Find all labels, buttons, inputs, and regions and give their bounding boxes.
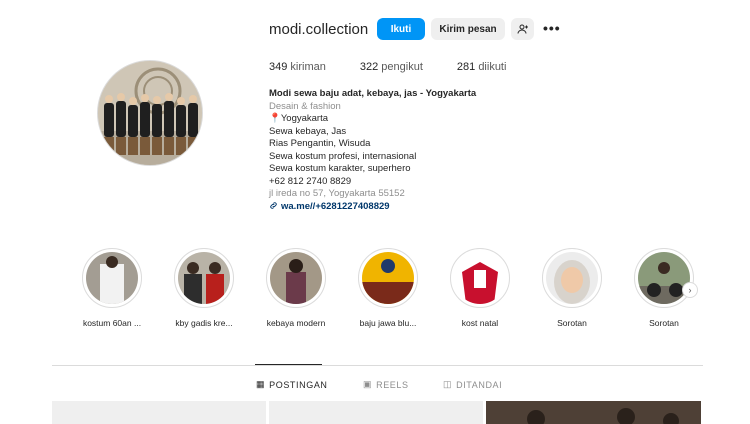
profile-username: modi.collection [269, 21, 369, 38]
highlight-label: kostum 60an ... [82, 318, 142, 328]
tab-label: POSTINGAN [269, 379, 328, 390]
chevron-right-icon[interactable]: › [682, 282, 698, 298]
send-message-button[interactable]: Kirim pesan [431, 18, 505, 40]
reels-icon: ▣ [363, 379, 373, 389]
grid-icon: ▦ [256, 379, 266, 389]
active-tab-indicator [255, 364, 322, 365]
highlight-item[interactable]: kost natal [434, 248, 526, 328]
follow-button[interactable]: Ikuti [377, 18, 425, 40]
bio-line: 📍Yogyakarta [269, 113, 329, 124]
followers-stat[interactable]: 322 pengikut [360, 61, 423, 73]
link-icon [270, 201, 277, 209]
profile-avatar[interactable] [97, 60, 203, 166]
post-thumbnail[interactable] [486, 401, 701, 424]
bio-line: Sewa kebaya, Jas [269, 125, 347, 137]
bio-address: jl ireda no 57, Yogyakarta 55152 [269, 188, 405, 199]
add-user-icon [517, 24, 528, 34]
more-horizontal-icon[interactable]: ••• [543, 20, 561, 36]
highlight-label: kebaya modern [266, 318, 326, 328]
highlight-item[interactable]: kebaya modern [250, 248, 342, 328]
profile-stats: 349 kiriman 322 pengikut 281 diikuti [269, 61, 540, 73]
tagged-icon: ◫ [443, 379, 453, 389]
add-user-button[interactable] [511, 18, 534, 40]
followers-count: 322 [359, 61, 379, 73]
bio-line: Sewa kostum karakter, superhero [269, 163, 411, 174]
bio-phone: +62 812 2740 8829 [269, 175, 352, 187]
posts-label: kiriman [290, 61, 326, 73]
bio-link-row[interactable]: wa.me//+6281227408829 [269, 201, 569, 214]
story-highlights: kostum 60an ... kby gadis kre... kebaya … [0, 248, 750, 338]
highlight-label: baju jawa blu... [359, 318, 417, 328]
bio-line: Sewa kostum profesi, internasional [269, 150, 417, 162]
following-stat[interactable]: 281 diikuti [457, 61, 507, 73]
following-label: diikuti [478, 61, 507, 73]
followers-label: pengikut [381, 61, 423, 73]
highlight-item[interactable]: kostum 60an ... [66, 248, 158, 328]
highlight-item[interactable]: kby gadis kre... [158, 248, 250, 328]
bio-line: Rias Pengantin, Wisuda [269, 138, 371, 149]
tab-label: REELS [376, 379, 409, 390]
tab-posts[interactable]: ▦ POSTINGAN [256, 379, 328, 390]
tab-tagged[interactable]: ◫ DITANDAI [443, 379, 502, 390]
highlight-label: Sorotan [557, 318, 587, 328]
bio-link[interactable]: wa.me//+6281227408829 [281, 201, 390, 212]
tab-label: DITANDAI [456, 379, 503, 390]
following-count: 281 [456, 61, 476, 73]
tabs-divider [52, 365, 703, 366]
profile-bio: Modi sewa baju adat, kebaya, jas - Yogya… [269, 88, 569, 213]
posts-stat: 349 kiriman [269, 61, 326, 73]
bio-category: Desain & fashion [269, 100, 341, 112]
highlight-label: kost natal [461, 318, 499, 328]
highlight-item[interactable]: baju jawa blu... [342, 248, 434, 328]
post-thumbnail[interactable] [52, 401, 266, 424]
bio-name: Modi sewa baju adat, kebaya, jas - Yogya… [269, 88, 477, 99]
posts-count: 349 [269, 61, 288, 73]
highlight-label: kby gadis kre... [175, 318, 233, 328]
highlight-item[interactable]: Sorotan [526, 248, 618, 328]
post-thumbnail[interactable] [269, 401, 483, 424]
tab-reels[interactable]: ▣ REELS [363, 379, 409, 390]
highlight-label: Sorotan [649, 318, 679, 328]
